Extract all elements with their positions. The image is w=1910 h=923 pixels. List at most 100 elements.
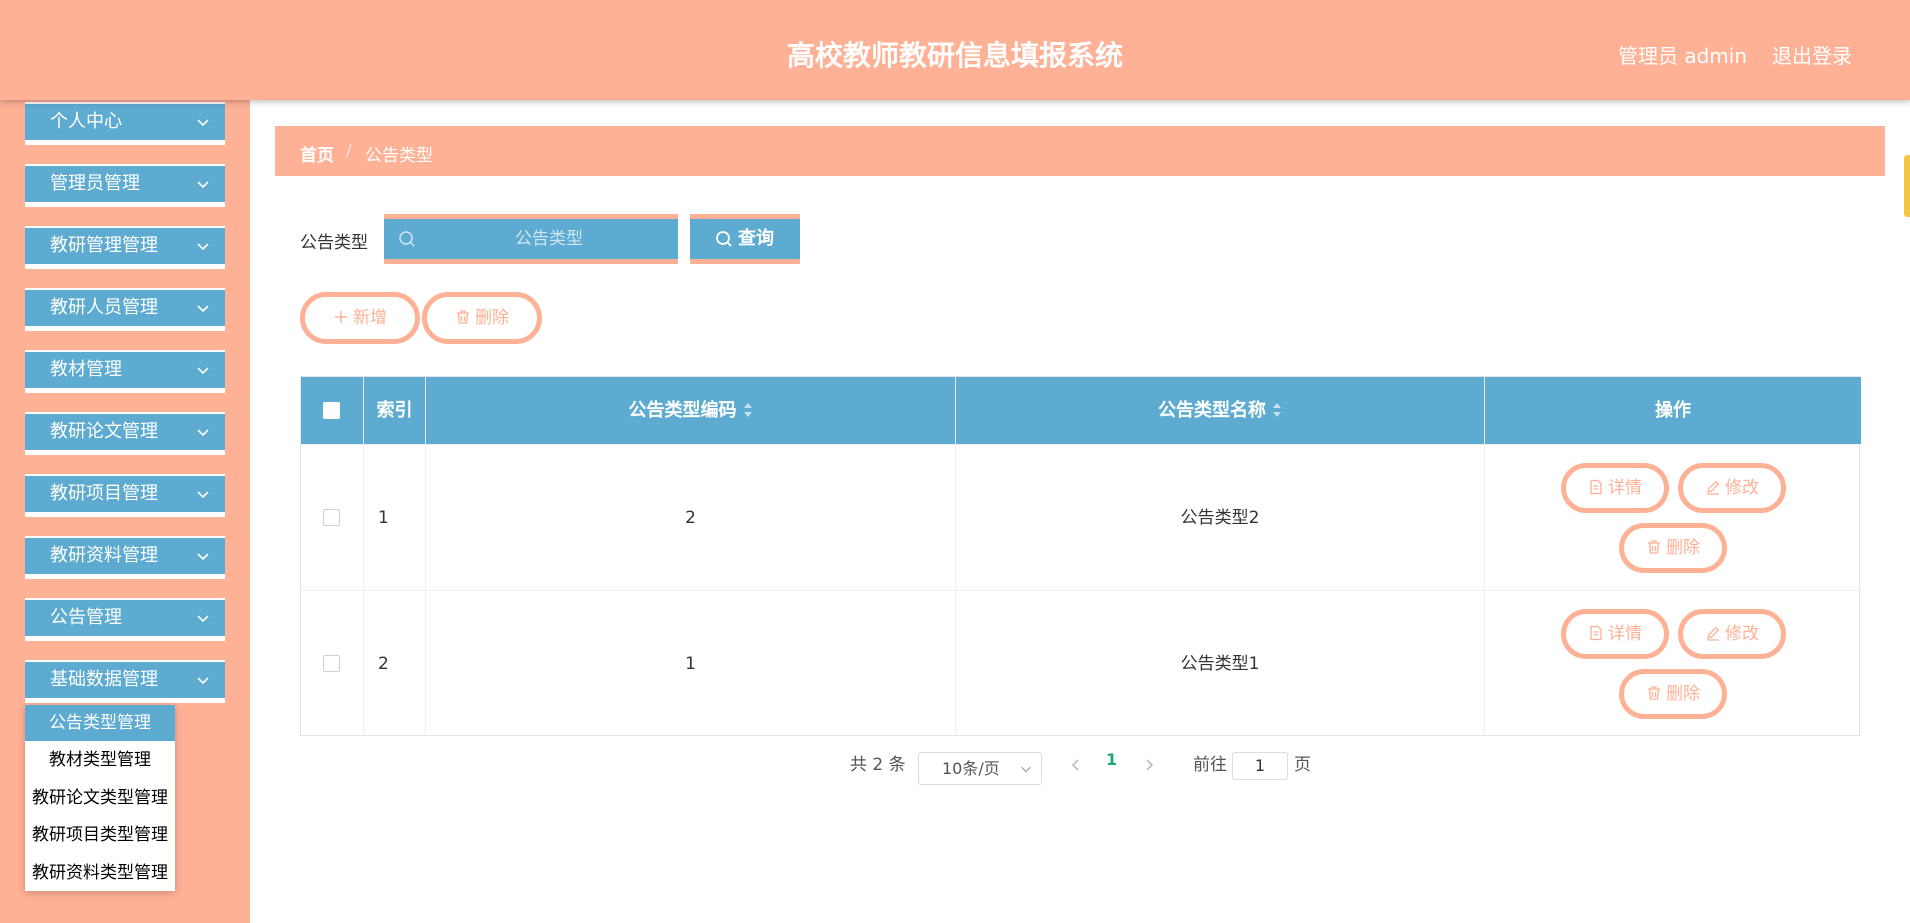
edit-button-label: 修改: [1725, 624, 1759, 644]
sidebar-item-label: 基础数据管理: [50, 669, 158, 690]
logout-link[interactable]: 退出登录: [1772, 40, 1852, 69]
sidebar-item-admin-management[interactable]: 管理员管理: [25, 164, 225, 207]
breadcrumb-current: 公告类型: [365, 146, 433, 166]
notice-type-table: 索引 公告类型编码 公告类型名称 操作 1 2 公告类型2 详情 修改 删除 2…: [300, 376, 1861, 737]
row-name: 公告类型2: [956, 445, 1485, 591]
sidebar-item-paper-management[interactable]: 教研论文管理: [25, 412, 225, 455]
row-checkbox-cell: [301, 445, 364, 591]
query-button-label: 查询: [738, 228, 774, 249]
edit-button[interactable]: 修改: [1678, 463, 1786, 513]
trash-icon: [457, 310, 469, 324]
detail-button[interactable]: 详情: [1561, 609, 1669, 659]
row-actions: 详情 修改 删除: [1485, 591, 1861, 737]
column-header-index: 索引: [364, 377, 426, 444]
page-size-select[interactable]: 10条/页: [918, 752, 1042, 785]
row-delete-button[interactable]: 删除: [1619, 669, 1727, 719]
document-icon: [1590, 625, 1602, 641]
sidebar-item-label: 教研人员管理: [50, 297, 158, 318]
next-page-icon[interactable]: [1141, 757, 1157, 773]
detail-button-label: 详情: [1608, 624, 1642, 644]
chevron-down-icon: [197, 677, 209, 685]
plus-icon: [335, 311, 347, 323]
query-button[interactable]: 查询: [690, 214, 800, 264]
goto-page-input[interactable]: 1: [1232, 752, 1288, 780]
row-delete-button-label: 删除: [1666, 684, 1700, 704]
document-icon: [1590, 479, 1602, 495]
submenu-item-material-type[interactable]: 教研资料类型管理: [25, 855, 175, 891]
sidebar-item-material-management[interactable]: 教研资料管理: [25, 536, 225, 579]
submenu-item-notice-type[interactable]: 公告类型管理: [25, 705, 175, 741]
delete-button[interactable]: 删除: [422, 292, 542, 344]
edit-button-label: 修改: [1725, 478, 1759, 498]
chevron-down-icon: [197, 243, 209, 251]
chevron-down-icon: [197, 553, 209, 561]
row-checkbox[interactable]: [323, 509, 340, 526]
chevron-down-icon: [197, 615, 209, 623]
sidebar-item-label: 公告管理: [50, 607, 122, 628]
chevron-down-icon: [197, 119, 209, 127]
table-header: 索引 公告类型编码 公告类型名称 操作: [301, 377, 1861, 444]
search-input[interactable]: [424, 224, 674, 254]
page-suffix: 页: [1294, 755, 1311, 775]
detail-button-label: 详情: [1608, 478, 1642, 498]
sidebar-item-basic-data-management[interactable]: 基础数据管理: [25, 660, 225, 703]
delete-button-label: 删除: [475, 308, 509, 328]
search-icon: [399, 231, 415, 247]
row-name: 公告类型1: [956, 591, 1485, 737]
edit-icon: [1707, 480, 1720, 495]
page-size-value: 10条/页: [942, 759, 1000, 778]
sidebar-item-project-management[interactable]: 教研项目管理: [25, 474, 225, 517]
row-index: 1: [364, 445, 426, 591]
column-header-name[interactable]: 公告类型名称: [956, 377, 1485, 444]
table-row: 1 2 公告类型2 详情 修改 删除: [301, 444, 1861, 591]
detail-button[interactable]: 详情: [1561, 463, 1669, 513]
edit-icon: [1707, 626, 1720, 641]
basic-data-submenu: 公告类型管理 教材类型管理 教研论文类型管理 教研项目类型管理 教研资料类型管理: [25, 705, 175, 891]
column-header-code-label: 公告类型编码: [628, 400, 737, 421]
sidebar-item-research-management[interactable]: 教研管理管理: [25, 226, 225, 269]
row-delete-button-label: 删除: [1666, 538, 1700, 558]
sidebar-item-label: 教研项目管理: [50, 483, 158, 504]
edge-handle[interactable]: [1904, 155, 1910, 217]
chevron-down-icon: [197, 181, 209, 189]
search-box: [384, 214, 678, 264]
add-button[interactable]: 新增: [300, 292, 420, 344]
breadcrumb: 首页 / 公告类型: [275, 126, 1885, 176]
table-row: 2 1 公告类型1 详情 修改 删除: [301, 590, 1861, 737]
sidebar-item-label: 教研论文管理: [50, 421, 158, 442]
chevron-down-icon: [197, 305, 209, 313]
chevron-down-icon: [1021, 766, 1031, 773]
sidebar-item-personal-center[interactable]: 个人中心: [25, 102, 225, 145]
search-label: 公告类型: [300, 233, 368, 253]
select-all-checkbox[interactable]: [323, 402, 340, 419]
sidebar-item-researcher-management[interactable]: 教研人员管理: [25, 288, 225, 331]
prev-page-icon[interactable]: [1068, 757, 1084, 773]
submenu-item-paper-type[interactable]: 教研论文类型管理: [25, 780, 175, 816]
current-user: 管理员 admin: [1618, 44, 1748, 68]
column-header-name-label: 公告类型名称: [1158, 400, 1266, 421]
sort-icon: [743, 403, 752, 417]
sidebar-item-notice-management[interactable]: 公告管理: [25, 598, 225, 641]
row-code: 2: [426, 445, 956, 591]
chevron-down-icon: [197, 491, 209, 499]
row-checkbox-cell: [301, 591, 364, 737]
top-header: 高校教师教研信息填报系统 管理员 admin 退出登录: [0, 0, 1910, 100]
column-header-code[interactable]: 公告类型编码: [426, 377, 956, 444]
sidebar-item-label: 教研管理管理: [50, 235, 158, 256]
edit-button[interactable]: 修改: [1678, 609, 1786, 659]
sidebar-item-label: 教研资料管理: [50, 545, 158, 566]
breadcrumb-home[interactable]: 首页: [300, 141, 334, 166]
sidebar-item-label: 教材管理: [50, 359, 122, 380]
submenu-item-project-type[interactable]: 教研项目类型管理: [25, 817, 175, 853]
sidebar-item-textbook-management[interactable]: 教材管理: [25, 350, 225, 393]
submenu-item-textbook-type[interactable]: 教材类型管理: [25, 742, 175, 778]
row-delete-button[interactable]: 删除: [1619, 523, 1727, 573]
trash-icon: [1648, 540, 1660, 554]
pagination-total: 共 2 条: [850, 755, 906, 775]
chevron-down-icon: [197, 429, 209, 437]
current-page[interactable]: 1: [1106, 750, 1117, 769]
search-icon: [716, 231, 732, 247]
column-header-ops: 操作: [1655, 400, 1691, 421]
row-index: 2: [364, 591, 426, 737]
row-checkbox[interactable]: [323, 655, 340, 672]
